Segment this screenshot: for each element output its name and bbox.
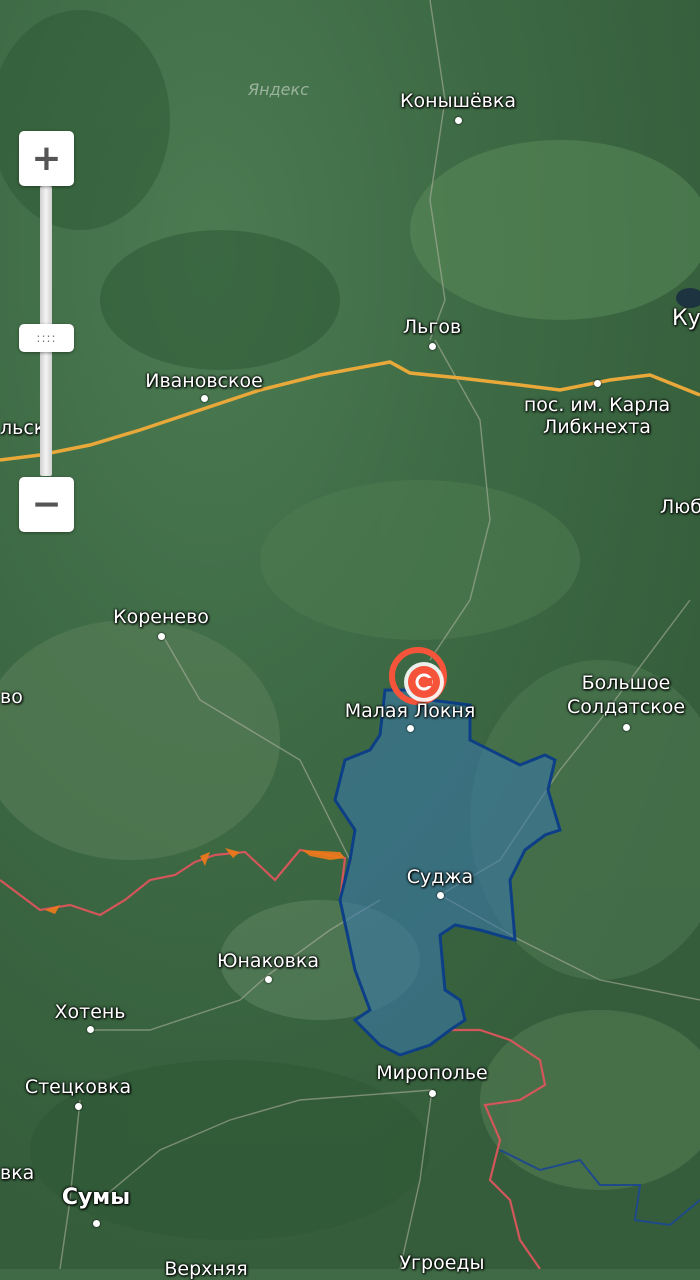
place-label-libknekhta: Либкнехта (543, 416, 651, 438)
place-dot (429, 343, 436, 350)
place-label-malaya-loknya: Малая Локня (344, 700, 476, 722)
place-dot (158, 633, 165, 640)
place-dot (75, 1103, 82, 1110)
place-dot (93, 1220, 100, 1227)
minus-icon: − (31, 484, 62, 525)
place-label-miropole: Миропольe (376, 1062, 488, 1084)
place-dot (455, 117, 462, 124)
place-label-vka: вка (0, 1162, 35, 1184)
place-label-verkhnyaya: Верхняя (164, 1258, 248, 1280)
plus-icon: + (31, 138, 62, 179)
place-label-korenevo: Коренево (113, 606, 209, 628)
place-dot (201, 395, 208, 402)
place-label-yunakovka: Юнаковка (217, 950, 319, 972)
place-label-sudzha: Суджа (406, 866, 474, 888)
place-label-lsk: льск (0, 417, 46, 439)
place-label-karla: пос. им. Карла (523, 394, 671, 416)
place-dot (429, 1090, 436, 1097)
place-dot (87, 1026, 94, 1033)
place-label-ku: Ку (672, 306, 700, 331)
place-label-lyub: Люб (660, 496, 700, 518)
place-dot (437, 892, 444, 899)
map-watermark: Яндекс (248, 80, 309, 99)
place-label-vo: во (0, 686, 23, 708)
place-label-lgov: Льгов (402, 316, 462, 338)
place-dot (594, 380, 601, 387)
place-label-sumy: Сумы (61, 1185, 131, 1210)
place-dot (623, 724, 630, 731)
place-label-stetskovka: Стецковка (24, 1076, 132, 1098)
place-label-ivanovskoe: Ивановское (145, 370, 263, 392)
place-dot (407, 725, 414, 732)
place-label-ugroedy: Угроеды (399, 1252, 485, 1274)
place-label-soldatskoe: Солдатское (566, 696, 686, 718)
zoom-in-button[interactable]: + (19, 131, 74, 186)
place-label-khoten: Хотень (54, 1001, 126, 1023)
place-label-konyshevka: Конышёвка (400, 90, 516, 112)
place-dot (265, 976, 272, 983)
zoom-out-button[interactable]: − (19, 477, 74, 532)
zoom-slider-handle[interactable]: :::: (19, 324, 74, 352)
place-label-bolshoe: Большое (581, 672, 671, 694)
